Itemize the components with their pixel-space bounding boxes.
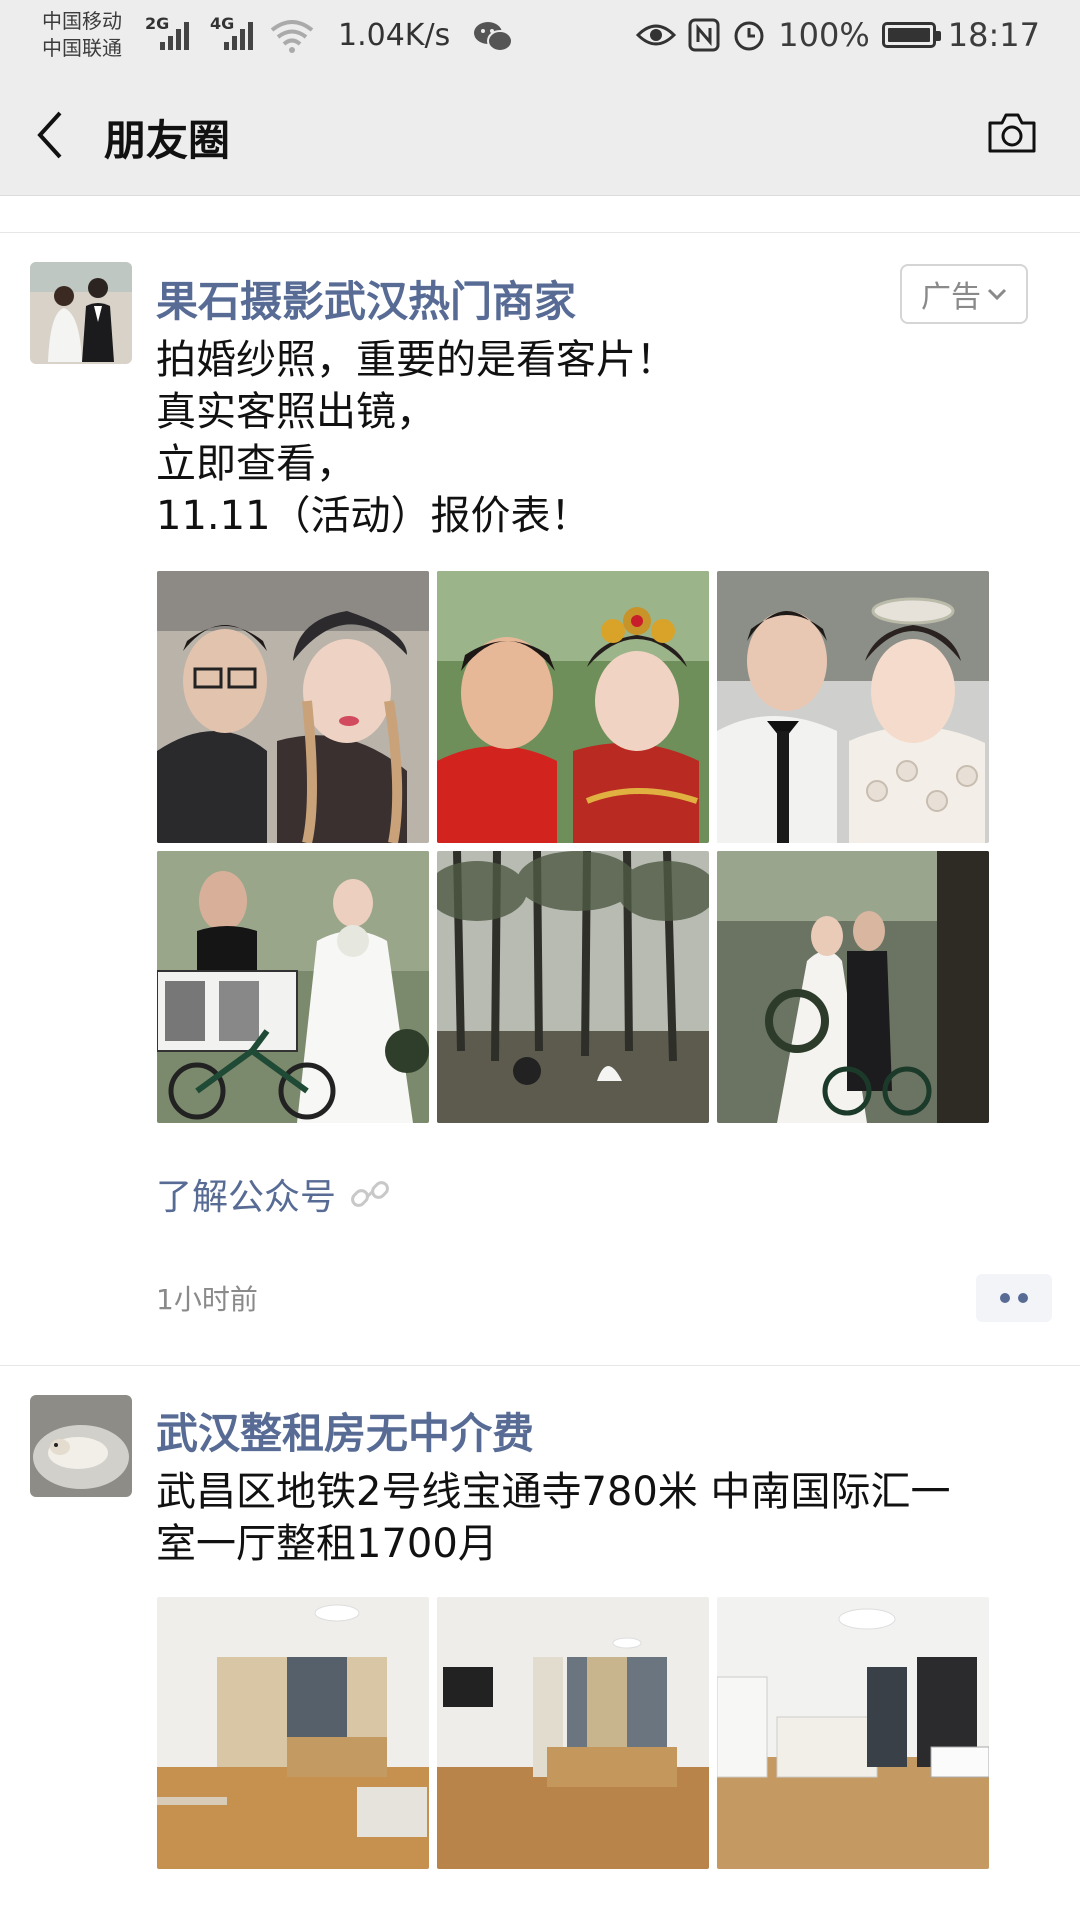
link-label: 了解公众号 <box>156 1177 337 1218</box>
divider <box>0 232 1080 233</box>
carrier-1: 中国移动 <box>42 9 122 33</box>
carrier-2: 中国联通 <box>42 36 122 60</box>
photo-tile[interactable] <box>437 571 709 843</box>
photo-tile[interactable] <box>717 851 989 1123</box>
wechat-icon <box>474 22 513 52</box>
camera-icon[interactable] <box>986 111 1038 155</box>
clock: 18:17 <box>947 16 1040 54</box>
link-icon <box>351 1181 389 1207</box>
signal-2g-icon <box>160 22 189 50</box>
chevron-down-icon <box>987 288 1007 301</box>
post-time: 1小时前 <box>156 1283 258 1316</box>
photo-tile[interactable] <box>437 851 709 1123</box>
eye-icon <box>636 24 677 46</box>
divider <box>0 1365 1080 1366</box>
post-author[interactable]: 武汉整租房无中介费 <box>156 1400 534 1461</box>
nfc-icon <box>688 18 720 52</box>
more-actions-button[interactable] <box>976 1274 1052 1322</box>
photo-grid <box>157 571 989 1123</box>
alarm-icon <box>734 21 764 51</box>
avatar[interactable] <box>30 262 132 364</box>
battery-icon <box>881 22 941 48</box>
post-text: 拍婚纱照，重要的是看客片！ 真实客照出镜， 立即查看， 11.11（活动）报价表… <box>156 337 676 539</box>
post-author[interactable]: 果石摄影武汉热门商家 <box>156 268 576 329</box>
photo-tile[interactable] <box>157 1597 429 1869</box>
back-arrow-icon[interactable] <box>30 107 70 163</box>
avatar[interactable] <box>30 1395 132 1497</box>
photo-tile[interactable] <box>157 851 429 1123</box>
post-text: 武昌区地铁2号线宝通寺780米 中南国际汇一 室一厅整租1700月 <box>156 1469 951 1567</box>
more-dots-icon <box>1018 1293 1028 1303</box>
status-right-group: 100% 18:17 <box>636 16 1040 54</box>
photo-tile[interactable] <box>437 1597 709 1869</box>
network-speed: 1.04K/s <box>338 18 451 53</box>
battery-percent: 100% <box>778 16 870 54</box>
photo-tile[interactable] <box>717 571 989 843</box>
official-account-link[interactable]: 了解公众号 <box>156 1168 390 1220</box>
status-bar: 中国移动 中国联通 2G 4G 1.04K/s 100% 18:17 <box>0 0 1080 75</box>
page-title: 朋友圈 <box>104 116 231 165</box>
photo-grid <box>157 1597 989 1869</box>
photo-tile[interactable] <box>157 571 429 843</box>
signal-4g-icon <box>224 22 253 50</box>
ad-tag-button[interactable]: 广告 <box>900 264 1028 324</box>
more-dots-icon <box>1000 1293 1010 1303</box>
ad-label: 广告 <box>921 280 981 315</box>
nav-bar: 朋友圈 <box>0 75 1080 196</box>
photo-tile[interactable] <box>717 1597 989 1869</box>
carrier-names: 中国移动 中国联通 <box>42 8 122 62</box>
wifi-icon <box>270 20 314 53</box>
